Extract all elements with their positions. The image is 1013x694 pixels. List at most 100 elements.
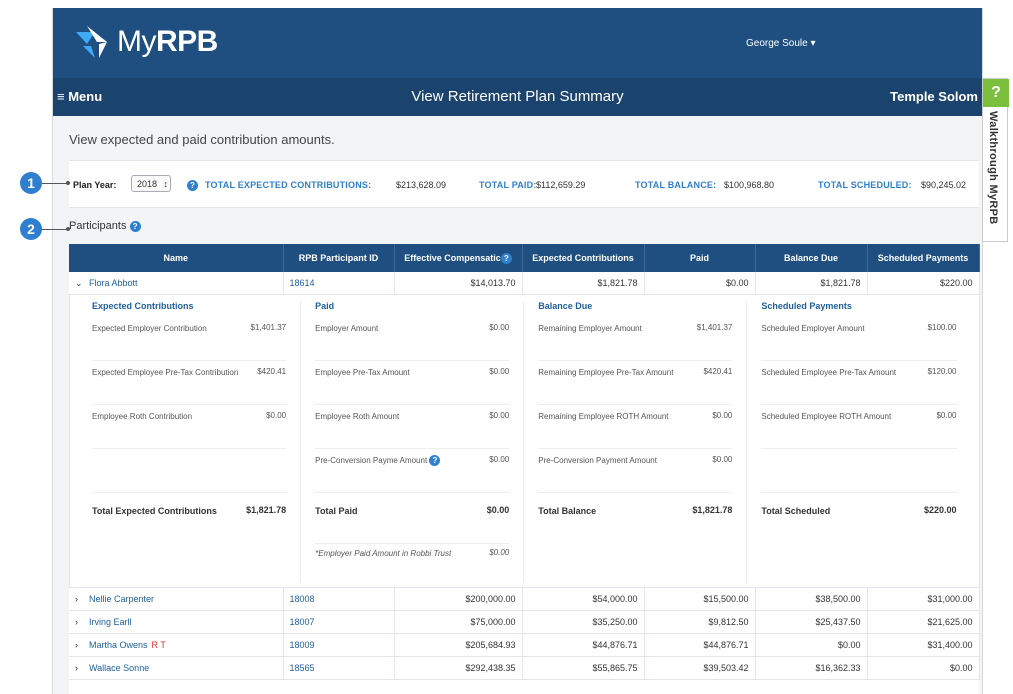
cell-balance: $16,362.33	[755, 656, 868, 680]
table-row[interactable]: › Martha Owens R T 18009 $205,684.93 $44,8…	[69, 633, 980, 657]
detail-note: *Employer Paid Amount in Robbi Trust $0.0…	[315, 543, 510, 583]
participants-info-icon[interactable]: ?	[129, 221, 141, 232]
cell-expected: $55,865.75	[522, 656, 645, 680]
cell-compensation: $14,013.70	[394, 272, 523, 295]
detail-line: Employer Amount $0.00	[315, 317, 510, 361]
col-header-participant-id[interactable]: RPB Participant ID	[283, 244, 395, 272]
plan-year-select[interactable]: 2018 ↕	[131, 175, 171, 192]
participant-id-link[interactable]: 18008	[283, 587, 395, 611]
participant-name-link[interactable]: Irving Earll	[89, 617, 132, 627]
detail-line: Expected Employer Contribution $1,401.37	[92, 317, 287, 361]
cell-balance: $38,500.00	[755, 587, 868, 611]
help-question-icon[interactable]: ?	[983, 79, 1009, 107]
col-header-balance-due[interactable]: Balance Due	[755, 244, 868, 272]
participant-name-link[interactable]: Nellie Carpenter	[89, 594, 154, 604]
preconversion-info-icon[interactable]: ?	[429, 455, 441, 466]
detail-line: Scheduled Employee ROTH Amount $0.00	[761, 405, 957, 449]
star-logo-icon	[76, 26, 107, 58]
total-paid-value: $112,659.29	[536, 180, 586, 190]
detail-line-empty	[761, 449, 957, 493]
participant-id-link[interactable]: 18007	[283, 610, 395, 634]
participant-name-link[interactable]: Flora Abbott	[89, 278, 138, 288]
caret-down-icon: ▾	[810, 38, 816, 49]
cell-scheduled: $21,625.00	[867, 610, 980, 634]
detail-line-empty	[92, 449, 287, 493]
total-scheduled-label: TOTAL SCHEDULED:	[818, 180, 912, 190]
table-row-expanded[interactable]: ⌄ Flora Abbott 18614 $14,013.70 $1,821.78…	[69, 272, 980, 295]
detail-line: Employee Pre-Tax Amount $0.00	[315, 361, 510, 405]
page-title: View Retirement Plan Summary	[411, 88, 624, 105]
info-icon[interactable]: ?	[187, 180, 198, 191]
col-header-paid[interactable]: Paid	[644, 244, 756, 272]
chevron-right-icon[interactable]: ›	[75, 663, 89, 673]
cell-paid: $44,876.71	[644, 633, 756, 657]
myrpb-logo[interactable]: MyRPB	[73, 22, 218, 62]
col-header-scheduled-payments[interactable]: Scheduled Payments	[867, 244, 980, 272]
top-header: MyRPB George Soule ▾	[53, 8, 982, 78]
chevron-right-icon[interactable]: ›	[75, 594, 89, 604]
compensation-info-icon[interactable]: ?	[500, 252, 512, 264]
detail-heading: Paid	[315, 301, 335, 311]
detail-line: Remaining Employer Amount $1,401.37	[538, 317, 733, 361]
cell-scheduled: $0.00	[867, 656, 980, 680]
detail-line: Remaining Employee ROTH Amount $0.00	[538, 405, 733, 449]
cell-expected: $1,821.78	[522, 272, 645, 295]
detail-col-expected: Expected Contributions Expected Employer…	[78, 301, 302, 583]
app-window: MyRPB George Soule ▾ ≡ Menu View Retirem…	[52, 8, 983, 694]
detail-line: Scheduled Employer Amount $100.00	[761, 317, 957, 361]
cell-scheduled: $31,400.00	[867, 633, 980, 657]
callout-leader	[42, 229, 68, 230]
detail-heading: Scheduled Payments	[761, 301, 852, 311]
detail-total: Total Paid $0.00	[315, 505, 510, 516]
cell-paid: $9,812.50	[644, 610, 756, 634]
cell-balance: $1,821.78	[755, 272, 868, 295]
detail-line: Employee Roth Amount $0.00	[315, 405, 510, 449]
contribution-details: Expected Contributions Expected Employer…	[69, 295, 979, 587]
user-menu[interactable]: George Soule ▾	[746, 38, 816, 49]
participant-id-link[interactable]: 18614	[283, 272, 395, 295]
chevron-down-icon[interactable]: ⌄	[75, 278, 89, 289]
detail-line: Employee Roth Contribution $0.00	[92, 405, 287, 449]
cell-scheduled: $31,000.00	[867, 587, 980, 611]
callout-badge-2: 2	[20, 218, 42, 240]
status-badge: R T	[151, 640, 166, 650]
logo-text: MyRPB	[117, 25, 218, 58]
cell-paid: $39,503.42	[644, 656, 756, 680]
detail-col-paid: Paid Employer Amount $0.00 Employee Pre-T…	[301, 301, 525, 583]
detail-total: Total Balance $1,821.78	[538, 505, 733, 516]
participant-id-link[interactable]: 18009	[283, 633, 395, 657]
table-row[interactable]: › Nellie Carpenter 18008 $200,000.00 $54,…	[69, 587, 980, 611]
detail-col-balance: Balance Due Remaining Employer Amount $1,…	[524, 301, 748, 583]
chevron-right-icon[interactable]: ›	[75, 617, 89, 627]
detail-line: Remaining Employee Pre-Tax Amount $420.41	[538, 361, 733, 405]
intro-text: View expected and paid contribution amou…	[69, 132, 335, 147]
detail-line: Scheduled Employee Pre-Tax Amount $120.00	[761, 361, 957, 405]
col-header-name[interactable]: Name	[69, 244, 284, 272]
table-row[interactable]: › Wallace Sonne 18565 $292,438.35 $55,865…	[69, 656, 980, 680]
cell-compensation: $200,000.00	[394, 587, 523, 611]
participant-name-link[interactable]: Wallace Sonne	[89, 663, 149, 673]
plan-year-label: Plan Year:	[73, 180, 117, 190]
walkthrough-tab[interactable]: ? Walkthrough MyRPB	[982, 78, 1009, 242]
col-header-effective-compensation[interactable]: Effective Compensatic?	[394, 244, 523, 272]
plan-summary-panel: Plan Year: 2018 ↕ ? TOTAL EXPECTED CONTR…	[69, 160, 979, 208]
table-header-row: Name RPB Participant ID Effective Compen…	[69, 244, 980, 272]
callout-dot	[66, 181, 70, 185]
participants-table: Name RPB Participant ID Effective Compen…	[69, 244, 980, 694]
table-row[interactable]: › Irving Earll 18007 $75,000.00 $35,250.0…	[69, 610, 980, 634]
detail-heading: Expected Contributions	[92, 301, 194, 311]
participant-id-link[interactable]: 18565	[283, 656, 395, 680]
total-scheduled-value: $90,245.02	[921, 180, 967, 190]
participant-name-link[interactable]: Martha Owens	[89, 640, 148, 650]
cell-compensation: $292,438.35	[394, 656, 523, 680]
chevron-right-icon[interactable]: ›	[75, 640, 89, 650]
cell-expected: $54,000.00	[522, 587, 645, 611]
cell-compensation: $75,000.00	[394, 610, 523, 634]
cell-balance: $0.00	[755, 633, 868, 657]
walkthrough-label: Walkthrough MyRPB	[987, 111, 999, 225]
detail-total: Total Scheduled $220.00	[761, 505, 957, 516]
detail-total: Total Expected Contributions $1,821.78	[92, 505, 287, 516]
col-header-expected-contributions[interactable]: Expected Contributions	[522, 244, 645, 272]
total-paid-label: TOTAL PAID:	[479, 180, 537, 190]
organization-name: Temple Solom	[890, 89, 978, 104]
